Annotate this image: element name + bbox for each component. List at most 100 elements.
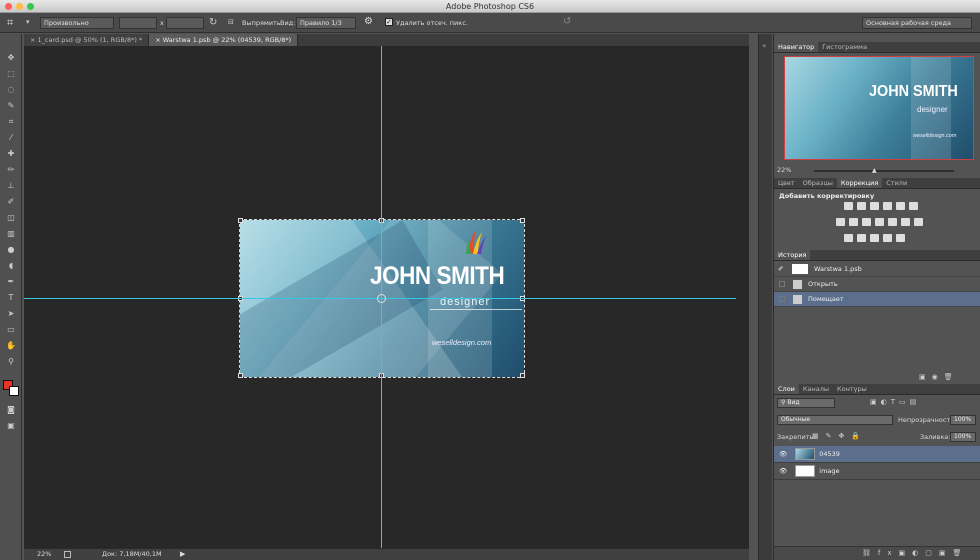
brush-tool-icon[interactable]: ✏ (5, 164, 17, 175)
blur-tool-icon[interactable]: ● (5, 244, 17, 255)
card-divider (430, 309, 522, 310)
tab-warstwa[interactable]: × Warstwa 1.psb @ 22% (04539, RGB/8*) (149, 34, 299, 46)
crop-tool-icon[interactable]: ⌗ (7, 16, 13, 30)
layer-name[interactable]: 04539 (819, 450, 840, 458)
width-input[interactable] (119, 17, 157, 29)
stamp-tool-icon[interactable]: ⊥ (5, 180, 17, 191)
navigator-preview[interactable]: JOHN SMITH designer weselldesign.com (784, 56, 974, 160)
tab-layers[interactable]: Слои (774, 384, 799, 394)
adjust-icons-row-3[interactable] (844, 234, 909, 244)
export-icon[interactable] (64, 551, 71, 558)
adjust-icons-row-2[interactable] (836, 218, 927, 228)
gradient-tool-icon[interactable]: ▥ (5, 228, 17, 239)
crop-tool-icon[interactable]: ⌗ (5, 116, 17, 127)
zoom-level[interactable]: 22% (37, 549, 51, 560)
navigator-zoom-slider[interactable]: ▲ (814, 167, 954, 174)
lock-icons[interactable]: ▦✎✥🔒 (812, 432, 867, 440)
panel-dock: Навигатор Гистограмма JOHN SMITH designe… (773, 34, 980, 560)
history-item-label: Помещает (808, 295, 844, 303)
quick-mask-icon[interactable]: ◙ (5, 404, 17, 415)
chevron-down-icon[interactable]: ▾ (26, 18, 30, 26)
toolbox: ✥ ⬚ ◌ ✎ ⌗ ⁄ ✚ ✏ ⊥ ✐ ◫ ▥ ● ◖ ✒ T ➤ ▭ ✋ ⚲ … (0, 34, 22, 560)
pen-tool-icon[interactable]: ✒ (5, 276, 17, 287)
navigator-zoom[interactable]: 22% (777, 166, 791, 174)
layer-footer-icons[interactable]: ⛓fx▣◐▢▣🗑 (862, 549, 968, 557)
layer-filter-icons[interactable]: ▣◐T▭▤ (870, 398, 920, 406)
zoom-window-button[interactable] (27, 3, 34, 10)
history-snapshot[interactable]: ✐ Warstwa 1.psb (774, 262, 980, 277)
reset-icon[interactable]: ↺ (563, 16, 571, 27)
delete-pixels-checkbox[interactable]: ✓ (385, 18, 393, 26)
layer-kind-filter[interactable]: ⚲ Вид (777, 398, 835, 408)
adjust-icons-row-1[interactable] (844, 202, 922, 212)
straighten-button[interactable]: Выпрямить (242, 19, 281, 27)
collapse-arrow-icon[interactable]: « (762, 42, 766, 50)
marquee-tool-icon[interactable]: ⬚ (5, 68, 17, 79)
crop-handle[interactable] (520, 218, 525, 223)
tab-color[interactable]: Цвет (774, 178, 799, 188)
history-item-selected[interactable]: Помещает (774, 292, 980, 307)
history-footer-icons[interactable]: ▣◉🗑 (919, 373, 959, 381)
layer-row-selected[interactable]: 👁 04539 (774, 446, 980, 463)
opacity-input[interactable]: 100% (950, 415, 976, 425)
logo-icon (466, 230, 486, 254)
tab-label: Warstwa 1.psb @ 22% (04539, RGB/8*) (162, 36, 292, 44)
tab-adjustments[interactable]: Коррекция (836, 178, 883, 188)
zoom-tool-icon[interactable]: ⚲ (5, 356, 17, 367)
swap-icon[interactable]: ↻ (209, 17, 217, 28)
background-color-swatch[interactable] (9, 386, 19, 396)
eraser-tool-icon[interactable]: ◫ (5, 212, 17, 223)
overlay-view-select[interactable]: Правило 1/3 (296, 17, 356, 29)
tab-swatches[interactable]: Образцы (799, 178, 837, 188)
minimize-window-button[interactable] (16, 3, 23, 10)
preview-website: weselldesign.com (913, 133, 957, 139)
crop-center-marker (377, 294, 386, 303)
options-bar: ⌗ ▾ Произвольно x ↻ ⊟ Выпрямить Вид: Пра… (0, 13, 980, 33)
tab-paths[interactable]: Контуры (833, 384, 871, 394)
healing-tool-icon[interactable]: ✚ (5, 148, 17, 159)
gear-icon[interactable]: ⚙ (364, 16, 373, 27)
tab-histogram[interactable]: Гистограмма (818, 42, 871, 52)
layer-name[interactable]: image (819, 467, 839, 475)
type-tool-icon[interactable]: T (5, 292, 17, 303)
navigator-tabs: Навигатор Гистограмма (774, 42, 980, 53)
tab-styles[interactable]: Стили (882, 178, 911, 188)
crop-handle[interactable] (238, 218, 243, 223)
eye-icon[interactable]: 👁 (779, 450, 787, 458)
crop-handle[interactable] (520, 373, 525, 378)
ratio-preset-select[interactable]: Произвольно (40, 17, 114, 29)
eyedropper-tool-icon[interactable]: ⁄ (5, 132, 17, 143)
layer-thumbnail (795, 448, 816, 460)
shape-tool-icon[interactable]: ▭ (5, 324, 17, 335)
history-brush-icon[interactable]: ✐ (5, 196, 17, 207)
tab-1-card[interactable]: × 1_card.psd @ 50% (1, RGB/8*) * (24, 34, 150, 46)
quick-select-tool-icon[interactable]: ✎ (5, 100, 17, 111)
slider-thumb[interactable]: ▲ (872, 167, 877, 174)
opacity-label: Непрозрачность: (898, 416, 957, 424)
screen-mode-icon[interactable]: ▣ (5, 420, 17, 431)
status-bar: 22% Док: 7,18M/40,1M ▶ (24, 548, 749, 560)
height-input[interactable] (166, 17, 204, 29)
eye-icon[interactable]: 👁 (779, 467, 787, 475)
move-tool-icon[interactable]: ✥ (5, 52, 17, 63)
tab-history[interactable]: История (774, 250, 811, 260)
layer-row[interactable]: 👁 image (774, 463, 980, 480)
hand-tool-icon[interactable]: ✋ (5, 340, 17, 351)
path-select-tool-icon[interactable]: ➤ (5, 308, 17, 319)
tab-channels[interactable]: Каналы (799, 384, 833, 394)
close-window-button[interactable] (5, 3, 12, 10)
play-icon[interactable]: ▶ (180, 549, 185, 560)
crop-handle[interactable] (238, 373, 243, 378)
dodge-tool-icon[interactable]: ◖ (5, 260, 17, 271)
workspace-select[interactable]: Основная рабочая среда (862, 17, 972, 29)
straighten-icon[interactable]: ⊟ (228, 18, 234, 26)
preview-role: designer (917, 105, 948, 114)
fill-input[interactable]: 100% (950, 432, 976, 442)
lasso-tool-icon[interactable]: ◌ (5, 84, 17, 95)
history-item[interactable]: Открыть (774, 277, 980, 292)
canvas-area[interactable]: JOHN SMITH designer weselldesign.com (24, 46, 749, 548)
history-tabs: История (774, 250, 980, 261)
fill-label: Заливка: (920, 433, 951, 441)
tab-navigator[interactable]: Навигатор (774, 42, 819, 52)
blend-mode-select[interactable]: Обычные (777, 415, 893, 425)
